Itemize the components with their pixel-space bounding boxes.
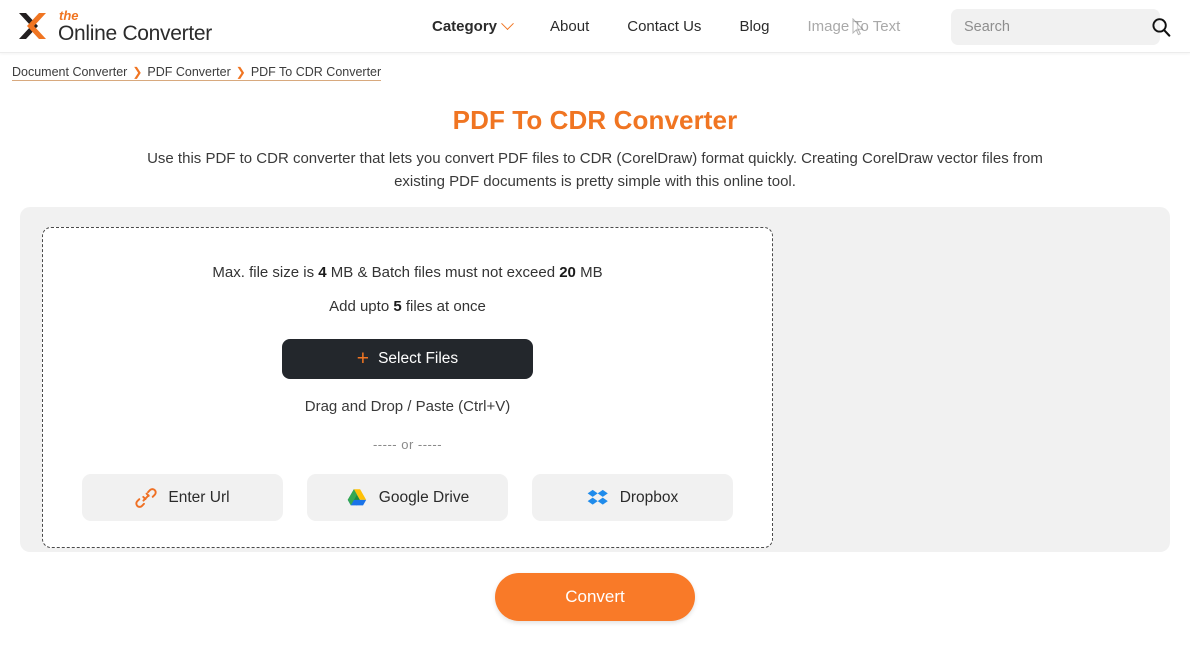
search-input[interactable]	[964, 19, 1151, 35]
max-files-value: 5	[393, 298, 402, 315]
plus-icon: +	[356, 347, 370, 370]
page-title: PDF To CDR Converter	[452, 105, 738, 135]
select-files-label: Select Files	[378, 350, 459, 367]
breadcrumb-separator-icon: ❯	[132, 65, 143, 79]
select-files-button[interactable]: + Select Files	[282, 339, 533, 379]
nav-item-label: About	[550, 18, 590, 35]
search-box[interactable]	[951, 9, 1171, 45]
nav-item-label: Image To Text	[807, 18, 901, 35]
chevron-logo-icon	[14, 6, 54, 46]
nav-item-category[interactable]: Category	[432, 17, 531, 35]
nav-item-label: Category	[432, 18, 498, 35]
logo-name-text: Online Converter	[58, 21, 212, 45]
link-chain-icon	[135, 487, 158, 509]
nav-item-label: Contact Us	[627, 18, 702, 35]
google-drive-button[interactable]: Google Drive	[307, 474, 508, 521]
convert-button[interactable]: Convert	[495, 573, 695, 621]
google-drive-icon	[346, 487, 368, 509]
convert-button-row: Convert	[0, 573, 1190, 621]
nav-item-blog[interactable]: Blog	[720, 18, 788, 35]
or-divider: ----- or -----	[372, 437, 443, 452]
addupto-prefix: Add upto	[329, 298, 394, 315]
search-icon[interactable]	[1151, 17, 1171, 37]
nav-item-label: Blog	[739, 18, 770, 35]
limit-middle: MB & Batch files must not exceed	[326, 264, 560, 281]
logo-the-text: the	[59, 7, 79, 23]
max-files-text: Add upto 5 files at once	[329, 298, 486, 315]
site-logo[interactable]: the Online Converter	[14, 6, 212, 46]
google-drive-label: Google Drive	[378, 488, 470, 506]
main-navigation: Category About Contact Us Blog Image To …	[432, 0, 919, 53]
chevron-down-icon	[501, 17, 514, 31]
nav-item-about[interactable]: About	[531, 18, 608, 35]
file-dropzone[interactable]: Max. file size is 4 MB & Batch files mus…	[42, 227, 773, 548]
max-file-size-value: 4	[318, 264, 327, 281]
page-description: Use this PDF to CDR converter that lets …	[147, 150, 1043, 190]
limit-prefix: Max. file size is	[212, 264, 319, 281]
enter-url-button[interactable]: Enter Url	[82, 474, 283, 521]
breadcrumb-item-pdf-to-cdr-converter[interactable]: PDF To CDR Converter	[251, 65, 381, 79]
enter-url-label: Enter Url	[168, 488, 230, 506]
dropbox-icon	[587, 487, 609, 509]
breadcrumb: Document Converter ❯ PDF Converter ❯ PDF…	[12, 65, 382, 81]
breadcrumb-separator-icon: ❯	[235, 65, 246, 79]
breadcrumb-item-pdf-converter[interactable]: PDF Converter	[147, 65, 230, 79]
file-size-limit-text: Max. file size is 4 MB & Batch files mus…	[212, 264, 602, 281]
nav-item-image-to-text[interactable]: Image To Text	[788, 18, 919, 35]
batch-size-value: 20	[559, 264, 576, 281]
site-header: the Online Converter Category About Cont…	[0, 0, 1190, 53]
limit-suffix: MB	[575, 264, 603, 281]
addupto-suffix: files at once	[401, 298, 486, 315]
dropbox-button[interactable]: Dropbox	[532, 474, 733, 521]
dropbox-label: Dropbox	[619, 488, 679, 506]
upload-panel: Max. file size is 4 MB & Batch files mus…	[20, 207, 1170, 552]
source-buttons-row: Enter Url Google Drive Dropbox	[82, 474, 733, 521]
breadcrumb-item-document-converter[interactable]: Document Converter	[12, 65, 127, 79]
nav-item-contact-us[interactable]: Contact Us	[608, 18, 720, 35]
drag-drop-hint: Drag and Drop / Paste (Ctrl+V)	[304, 398, 511, 415]
